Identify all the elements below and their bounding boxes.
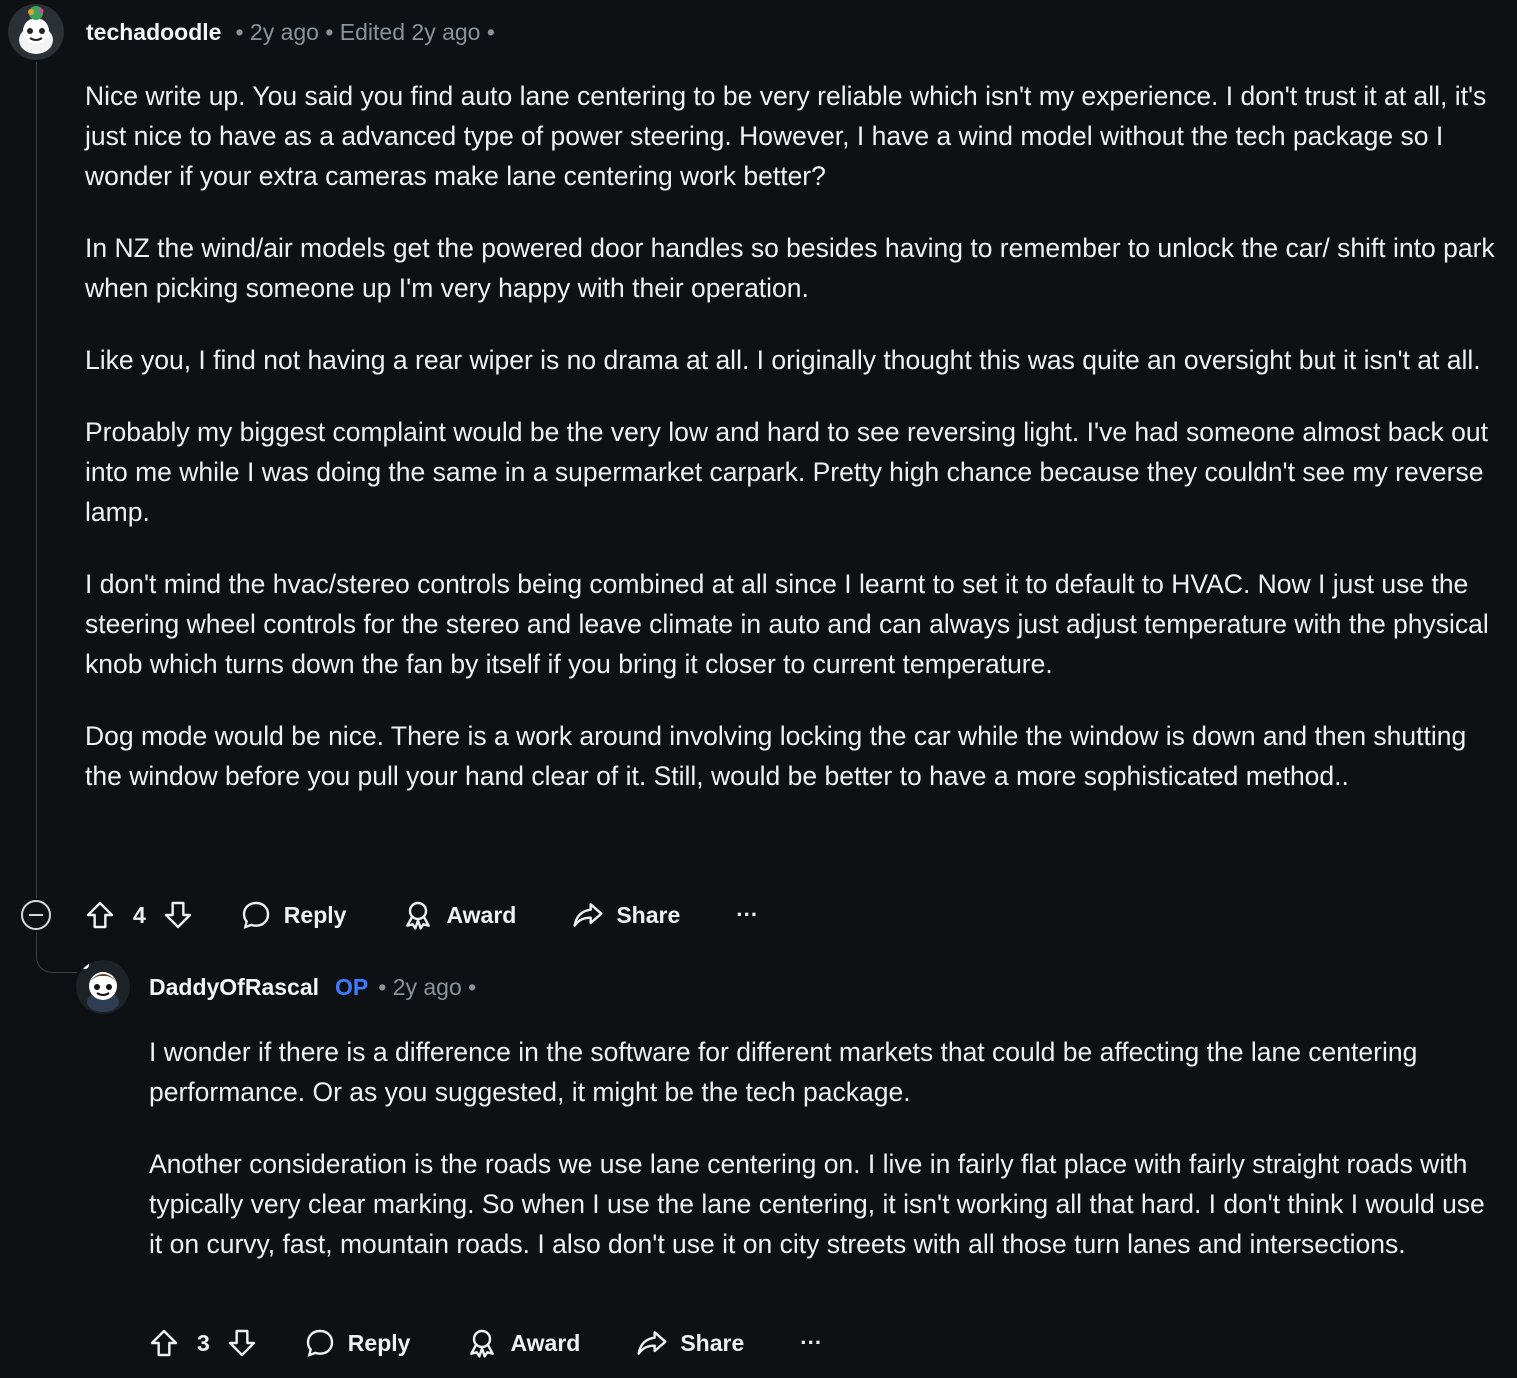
comment-paragraph: I wonder if there is a difference in the… — [149, 1037, 1418, 1107]
collapse-thread-button[interactable] — [21, 900, 51, 930]
comment-paragraph: Dog mode would be nice. There is a work … — [85, 721, 1467, 791]
award-icon — [470, 1329, 495, 1358]
comment-bubble-icon — [306, 1329, 333, 1357]
comment-meta: • 2y ago • — [378, 973, 477, 1000]
comment-body: I wonder if there is a difference in the… — [149, 1032, 1504, 1296]
upvote-icon — [86, 901, 114, 929]
username[interactable]: techadoodle — [86, 19, 221, 46]
upvote-icon — [150, 1329, 178, 1357]
more-options-button[interactable]: ··· — [736, 902, 758, 928]
comment-actions: 3 Reply Award Share ··· — [148, 1321, 822, 1365]
share-button[interactable]: Share — [636, 1327, 744, 1359]
downvote-button[interactable] — [162, 899, 194, 931]
award-label: Award — [446, 901, 517, 928]
thread-connector — [36, 932, 77, 973]
comment-actions: 4 Reply Award Share ··· — [84, 893, 758, 937]
avatar[interactable] — [8, 4, 64, 60]
thread-line[interactable] — [36, 62, 37, 898]
reply-button[interactable]: Reply — [240, 899, 347, 931]
comment-paragraph: In NZ the wind/air models get the powere… — [85, 233, 1495, 303]
comment-body: Nice write up. You said you find auto la… — [85, 76, 1500, 828]
comment-meta: • 2y ago • Edited 2y ago • — [235, 18, 495, 45]
minus-icon — [29, 914, 43, 916]
downvote-icon — [228, 1329, 255, 1357]
more-options-icon: ··· — [736, 902, 759, 927]
avatar[interactable] — [76, 960, 130, 1014]
award-button[interactable]: Award — [402, 899, 516, 931]
share-label: Share — [616, 901, 681, 928]
share-icon — [637, 1331, 667, 1355]
reply-label: Reply — [347, 1329, 411, 1356]
upvote-button[interactable] — [84, 899, 116, 931]
comment-paragraph: Another consideration is the roads we us… — [149, 1149, 1485, 1259]
more-options-button[interactable]: ··· — [800, 1330, 822, 1356]
share-label: Share — [680, 1329, 745, 1356]
share-button[interactable]: Share — [572, 899, 680, 931]
award-label: Award — [510, 1329, 581, 1356]
reply-label: Reply — [283, 901, 347, 928]
upvote-button[interactable] — [148, 1327, 180, 1359]
comment-paragraph: I don't mind the hvac/stereo controls be… — [85, 569, 1489, 679]
award-icon — [406, 901, 431, 930]
vote-score: 3 — [197, 1329, 210, 1356]
comment-paragraph: Nice write up. You said you find auto la… — [85, 81, 1487, 191]
reply-button[interactable]: Reply — [304, 1327, 411, 1359]
op-badge: OP — [335, 973, 369, 1000]
award-button[interactable]: Award — [466, 1327, 580, 1359]
comment-header: DaddyOfRascal OP • 2y ago • — [76, 958, 476, 1016]
comment-thread: techadoodle • 2y ago • Edited 2y ago • N… — [0, 0, 1517, 1378]
comment-header: techadoodle • 2y ago • Edited 2y ago • — [8, 4, 495, 60]
downvote-icon — [164, 901, 191, 929]
vote-score: 4 — [133, 901, 146, 928]
username[interactable]: DaddyOfRascal — [149, 974, 319, 1001]
comment-paragraph: Like you, I find not having a rear wiper… — [85, 345, 1481, 375]
downvote-button[interactable] — [226, 1327, 258, 1359]
comment-paragraph: Probably my biggest complaint would be t… — [85, 417, 1488, 527]
share-icon — [573, 903, 603, 927]
more-options-icon: ··· — [800, 1330, 823, 1355]
comment-bubble-icon — [242, 901, 269, 929]
